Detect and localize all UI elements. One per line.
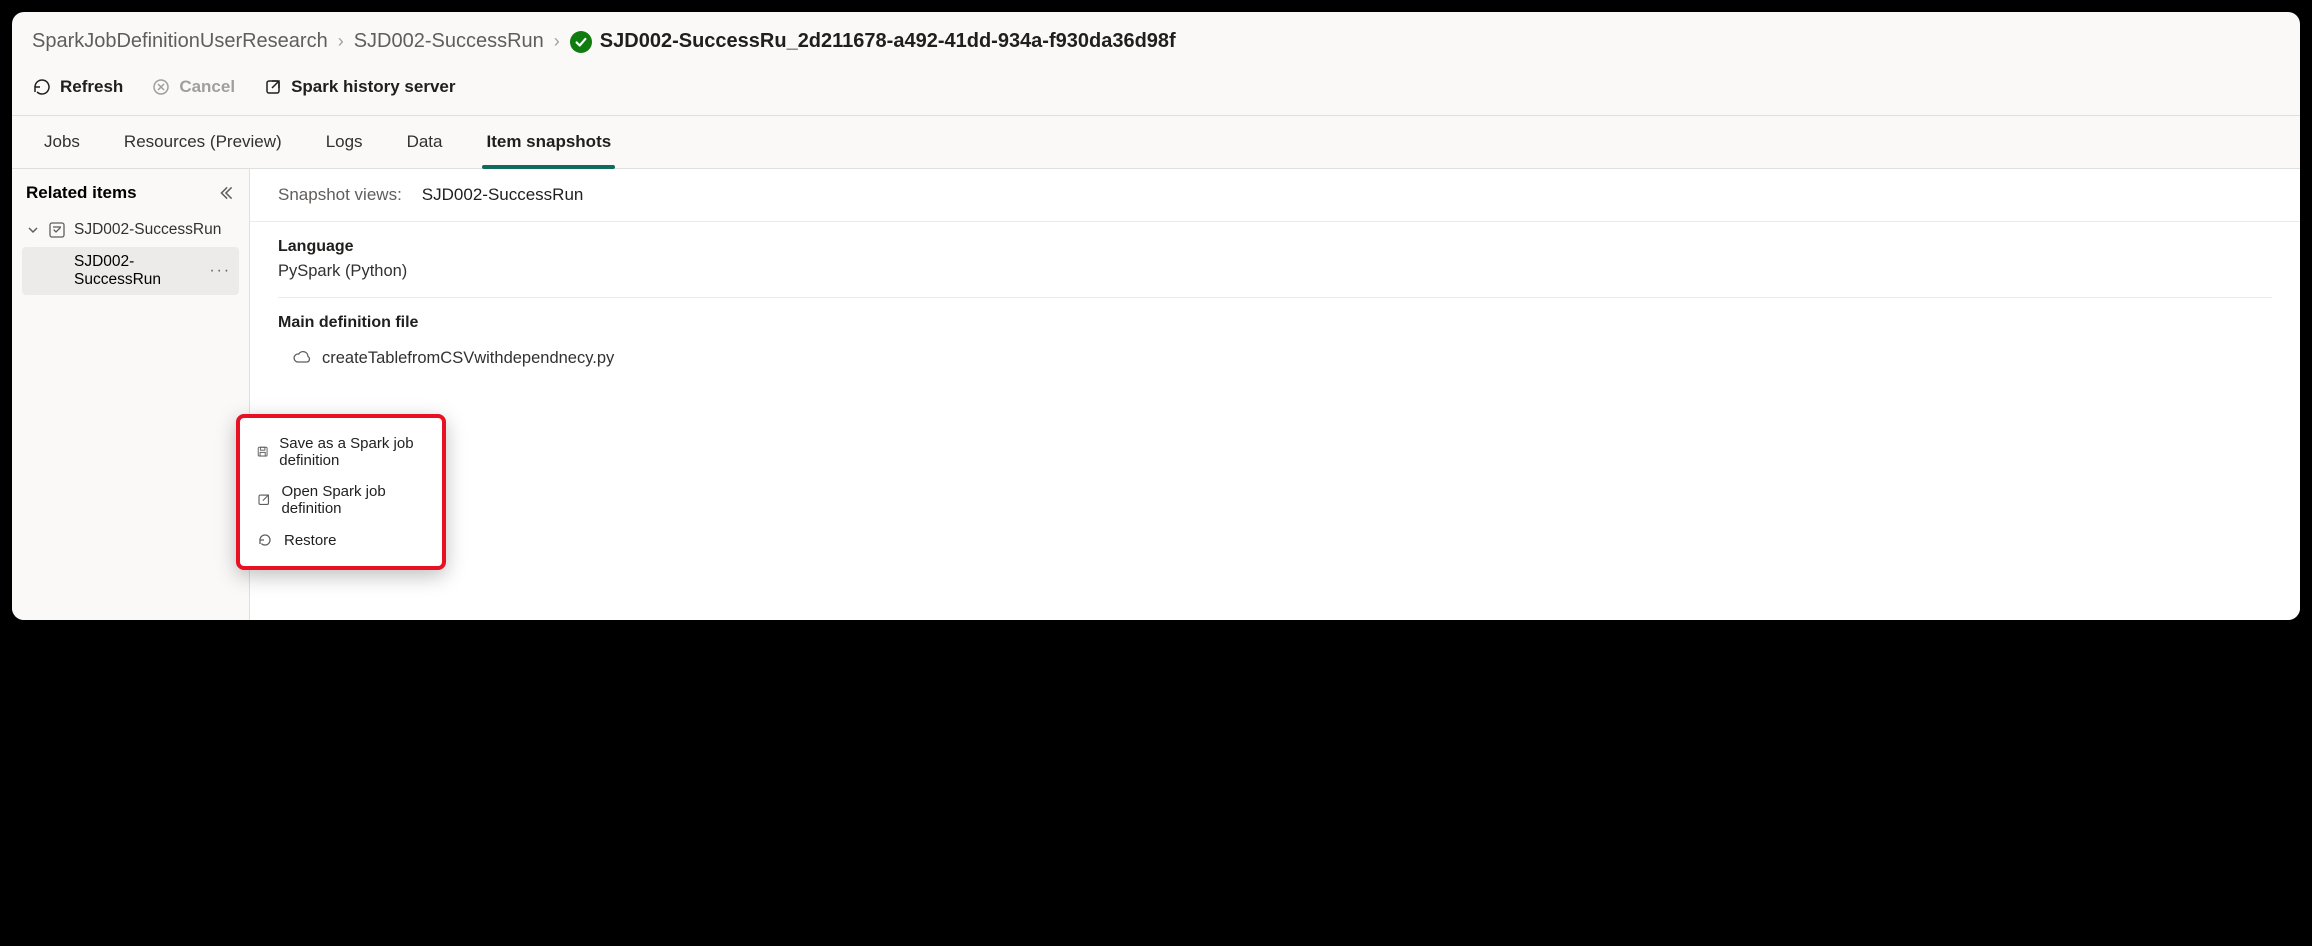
tab-bar: Jobs Resources (Preview) Logs Data Item … [12,116,2300,169]
menu-save-as-label: Save as a Spark job definition [279,435,426,469]
sidepane-header: Related items [18,183,243,215]
restore-icon [256,531,274,549]
tab-jobs[interactable]: Jobs [40,116,84,168]
menu-restore[interactable]: Restore [250,524,432,556]
app-window: SparkJobDefinitionUserResearch › SJD002-… [12,12,2300,620]
cancel-icon [151,77,171,97]
tree-child-label: SJD002-SuccessRun [74,253,210,289]
context-menu: Save as a Spark job definition Open Spar… [236,414,446,570]
cancel-button: Cancel [151,77,235,97]
tab-item-snapshots[interactable]: Item snapshots [482,116,615,168]
related-items-pane: Related items SJD002-SuccessRun [12,169,250,620]
breadcrumb-current: SJD002-SuccessRu_2d211678-a492-41dd-934a… [570,30,1176,53]
menu-restore-label: Restore [284,532,337,549]
refresh-label: Refresh [60,77,123,97]
more-options-button[interactable]: ··· [210,262,236,280]
menu-save-as[interactable]: Save as a Spark job definition [250,428,432,476]
refresh-icon [32,77,52,97]
snapshot-views-row: Snapshot views: SJD002-SuccessRun [250,169,2300,222]
tab-data[interactable]: Data [403,116,447,168]
cloud-file-icon [292,348,312,368]
snapshot-views-value: SJD002-SuccessRun [422,185,584,205]
language-block: Language PySpark (Python) [250,222,2300,283]
breadcrumb-separator: › [338,31,344,52]
job-definition-parent-icon [48,221,66,239]
main-file-row: createTablefromCSVwithdependnecy.py [250,338,2300,368]
open-external-icon [263,77,283,97]
open-external-icon [256,491,271,509]
breadcrumb-separator: › [554,31,560,52]
tree-parent-item[interactable]: SJD002-SuccessRun [18,215,243,245]
main-file-block: Main definition file [250,298,2300,338]
tab-logs[interactable]: Logs [322,116,367,168]
tree-parent-label: SJD002-SuccessRun [74,221,221,239]
breadcrumb-level1[interactable]: SparkJobDefinitionUserResearch [32,30,328,53]
tab-resources[interactable]: Resources (Preview) [120,116,286,168]
main-file-label: Main definition file [278,314,2272,332]
related-items-title: Related items [26,183,137,203]
language-value: PySpark (Python) [278,262,2272,281]
tree-child-item[interactable]: SJD002-SuccessRun ··· [22,247,239,295]
spark-history-label: Spark history server [291,77,455,97]
breadcrumb-level2[interactable]: SJD002-SuccessRun [354,30,544,53]
success-status-icon [570,31,592,53]
spark-history-button[interactable]: Spark history server [263,77,455,97]
breadcrumb-current-text: SJD002-SuccessRu_2d211678-a492-41dd-934a… [600,30,1176,53]
main-file-value: createTablefromCSVwithdependnecy.py [322,349,614,368]
snapshot-views-label: Snapshot views: [278,185,402,205]
toolbar: Refresh Cancel Spark history server [12,63,2300,116]
language-label: Language [278,238,2272,256]
content-area: Related items SJD002-SuccessRun [12,169,2300,620]
refresh-button[interactable]: Refresh [32,77,123,97]
collapse-pane-button[interactable] [217,184,235,202]
breadcrumb: SparkJobDefinitionUserResearch › SJD002-… [12,12,2300,63]
snapshot-detail: Snapshot views: SJD002-SuccessRun Langua… [250,169,2300,620]
menu-open[interactable]: Open Spark job definition [250,476,432,524]
save-icon [256,443,269,461]
cancel-label: Cancel [179,77,235,97]
menu-open-label: Open Spark job definition [281,483,426,517]
chevron-down-icon [26,224,40,236]
